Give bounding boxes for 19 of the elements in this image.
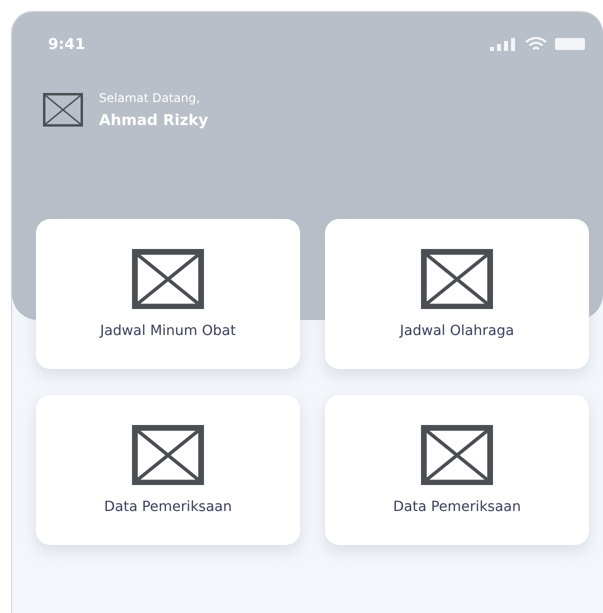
- status-time: 9:41: [48, 35, 86, 53]
- menu-card[interactable]: Data Pemeriksaan: [325, 395, 589, 545]
- menu-card-label: Jadwal Olahraga: [400, 323, 514, 340]
- signal-icon: [490, 38, 517, 50]
- user-name: Ahmad Rizky: [99, 111, 208, 129]
- menu-card[interactable]: Data Pemeriksaan: [36, 395, 300, 545]
- menu-card-label: Data Pemeriksaan: [393, 499, 521, 516]
- image-placeholder-icon: [421, 424, 493, 486]
- battery-icon: [555, 38, 585, 50]
- menu-card[interactable]: Jadwal Olahraga: [325, 219, 589, 369]
- image-placeholder-icon: [132, 424, 204, 486]
- image-placeholder-icon: [421, 248, 493, 310]
- greeting-subtitle: Selamat Datang,: [99, 91, 201, 105]
- menu-card[interactable]: Jadwal Minum Obat: [36, 219, 300, 369]
- wifi-icon: [525, 36, 547, 52]
- image-placeholder-icon: [132, 248, 204, 310]
- avatar-placeholder-icon: [43, 93, 83, 127]
- menu-card-label: Data Pemeriksaan: [104, 499, 232, 516]
- menu-card-label: Jadwal Minum Obat: [100, 323, 236, 340]
